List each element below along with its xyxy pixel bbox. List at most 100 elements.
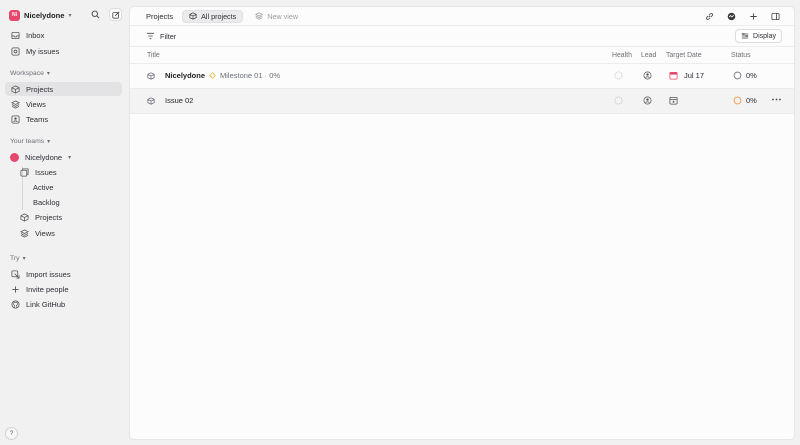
diamond-icon xyxy=(209,72,216,79)
teams-icon xyxy=(11,114,20,124)
sidebar-item-label: Views xyxy=(26,99,46,109)
sidebar-item-import-issues[interactable]: Import issues xyxy=(5,267,122,281)
filter-bar: Filter Display xyxy=(130,26,794,47)
main-panel: Projects All projects New view Filter Di… xyxy=(129,6,795,440)
filter-button[interactable]: Filter xyxy=(146,32,176,41)
chevron-down-icon: ▾ xyxy=(68,12,72,19)
workspace-section-label[interactable]: Workspace ▾ xyxy=(10,70,50,77)
compose-icon xyxy=(111,10,120,19)
sidebar-item-label: Backlog xyxy=(33,197,60,207)
team-nicelydone[interactable]: Nicelydone ▾ xyxy=(5,150,122,164)
target-date-cell[interactable]: Jul 17 xyxy=(669,71,704,80)
tab-label: All projects xyxy=(201,11,237,21)
pulse-icon xyxy=(727,12,736,21)
header: Projects All projects New view xyxy=(130,7,794,26)
project-name[interactable]: Issue 02 xyxy=(165,96,193,105)
toggle-panel-button[interactable] xyxy=(769,10,782,23)
more-horizontal-icon xyxy=(772,98,781,101)
milestone-label: Milestone 01 · 0% xyxy=(220,71,281,80)
sidebar-item-views[interactable]: Views xyxy=(5,97,122,111)
health-cell[interactable] xyxy=(614,96,623,105)
team-item-issues[interactable]: Issues xyxy=(14,165,122,179)
layers-icon xyxy=(11,99,20,109)
sidebar-item-label: Import issues xyxy=(26,269,71,279)
column-health[interactable]: Health xyxy=(612,52,632,59)
sidebar-item-label: Link GitHub xyxy=(26,299,66,309)
sidebar-item-inbox[interactable]: Inbox xyxy=(5,28,122,42)
sidebar-item-label: Teams xyxy=(26,114,49,124)
filter-icon xyxy=(146,32,155,40)
status-cell[interactable]: 0% xyxy=(733,71,757,80)
updates-button[interactable] xyxy=(725,10,738,23)
column-status[interactable]: Status xyxy=(731,52,751,59)
tab-all-projects[interactable]: All projects xyxy=(182,9,244,23)
tab-label: New view xyxy=(267,11,299,21)
target-date-cell[interactable] xyxy=(669,96,678,105)
sidebar-item-label: Active xyxy=(33,182,54,192)
sidebar-item-projects[interactable]: Projects xyxy=(5,82,122,96)
table-row[interactable]: Issue 02 0% xyxy=(130,89,794,114)
project-name[interactable]: Nicelydone xyxy=(165,71,205,80)
workspace-switcher[interactable]: NI Nicelydone ▾ xyxy=(9,8,72,22)
display-button[interactable]: Display xyxy=(735,29,782,43)
link-icon xyxy=(706,12,714,21)
sidebar-item-teams[interactable]: Teams xyxy=(5,112,122,126)
lead-cell[interactable] xyxy=(643,71,652,80)
health-cell[interactable] xyxy=(614,71,623,80)
column-lead[interactable]: Lead xyxy=(641,52,656,59)
sidebar-item-label: Projects xyxy=(35,212,63,222)
add-button[interactable] xyxy=(747,10,760,23)
column-target-date[interactable]: Target Date xyxy=(666,52,702,59)
plus-icon xyxy=(12,285,19,293)
copy-link-button[interactable] xyxy=(703,10,716,23)
sidebar-item-my-issues[interactable]: My issues xyxy=(5,44,122,58)
project-title-cell: Nicelydone xyxy=(147,71,205,80)
row-more-button[interactable] xyxy=(771,95,782,104)
status-cell[interactable]: 0% xyxy=(733,96,757,105)
tab-new-view[interactable]: New view xyxy=(249,10,304,23)
caret-down-icon: ▾ xyxy=(47,139,51,145)
cube-icon xyxy=(147,96,155,105)
sidebar-item-label: Views xyxy=(35,228,55,238)
team-item-views[interactable]: Views xyxy=(14,226,122,240)
filter-label: Filter xyxy=(160,31,177,41)
new-issue-button[interactable] xyxy=(109,8,122,21)
table-row[interactable]: Nicelydone Milestone 01 · 0% Jul 17 0% xyxy=(130,64,794,89)
github-icon xyxy=(11,299,20,309)
breadcrumb[interactable]: Projects xyxy=(146,12,173,21)
caret-down-icon: ▾ xyxy=(68,154,72,161)
team-avatar xyxy=(10,152,19,162)
cube-icon xyxy=(147,71,155,80)
sidebar-item-label: My issues xyxy=(26,46,60,56)
caret-down-icon: ▾ xyxy=(46,71,50,77)
cube-icon xyxy=(11,84,20,94)
sidebar-item-label: Inbox xyxy=(26,30,45,40)
status-value: 0% xyxy=(746,96,757,105)
workspace-avatar: NI xyxy=(9,9,20,21)
column-title[interactable]: Title xyxy=(147,52,160,59)
team-item-active[interactable]: Active xyxy=(27,180,122,194)
issues-icon xyxy=(20,167,29,177)
health-empty-icon xyxy=(614,71,623,80)
caret-down-icon: ▾ xyxy=(22,256,26,262)
milestone-cell[interactable]: Milestone 01 · 0% xyxy=(209,71,280,80)
search-button[interactable] xyxy=(89,8,102,21)
help-button[interactable]: ? xyxy=(5,427,18,440)
sliders-icon xyxy=(741,32,749,39)
cube-icon xyxy=(20,212,29,222)
lead-cell[interactable] xyxy=(643,96,652,105)
sidebar-item-link-github[interactable]: Link GitHub xyxy=(5,297,122,311)
team-item-projects[interactable]: Projects xyxy=(14,210,122,224)
team-item-backlog[interactable]: Backlog xyxy=(27,195,122,209)
user-icon xyxy=(643,96,652,105)
inbox-icon xyxy=(11,31,20,39)
teams-section-label[interactable]: Your teams ▾ xyxy=(10,138,50,145)
project-title-cell: Issue 02 xyxy=(147,96,193,105)
display-label: Display xyxy=(753,32,776,40)
try-section-label[interactable]: Try ▾ xyxy=(10,255,26,262)
sidebar-item-invite-people[interactable]: Invite people xyxy=(5,282,122,296)
status-value: 0% xyxy=(746,71,757,80)
target-date: Jul 17 xyxy=(684,71,705,80)
search-icon xyxy=(91,10,100,19)
calendar-add-icon xyxy=(669,96,678,105)
